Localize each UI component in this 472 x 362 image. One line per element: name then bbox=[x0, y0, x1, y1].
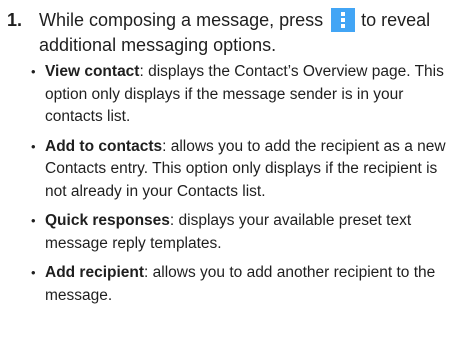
option-term: Quick responses bbox=[45, 212, 170, 229]
bullet-icon: • bbox=[31, 265, 36, 280]
vertical-ellipsis-menu-icon bbox=[331, 8, 356, 32]
option-view-contact: • View contact: displays the Contact’s O… bbox=[31, 61, 456, 129]
step-text: While composing a message, press to revea… bbox=[39, 8, 437, 58]
option-term: Add to contacts bbox=[45, 137, 163, 155]
messaging-options-list: • View contact: displays the Contact’s O… bbox=[31, 61, 456, 314]
option-add-to-contacts: • Add to contacts: allows you to add the… bbox=[31, 136, 456, 204]
option-term: View contact bbox=[45, 63, 140, 80]
option-quick-responses: • Quick responses: displays your availab… bbox=[31, 210, 456, 255]
step-number: 1. bbox=[7, 10, 23, 30]
cropped-heading-link[interactable] bbox=[108, 0, 368, 3]
option-term: Add recipient bbox=[45, 264, 145, 281]
bullet-icon: • bbox=[31, 213, 36, 228]
step-text-before-icon: While composing a message, press bbox=[39, 10, 324, 30]
option-add-recipient: • Add recipient: allows you to add anoth… bbox=[31, 262, 456, 307]
bullet-icon: • bbox=[31, 64, 36, 79]
bullet-icon: • bbox=[31, 138, 36, 154]
